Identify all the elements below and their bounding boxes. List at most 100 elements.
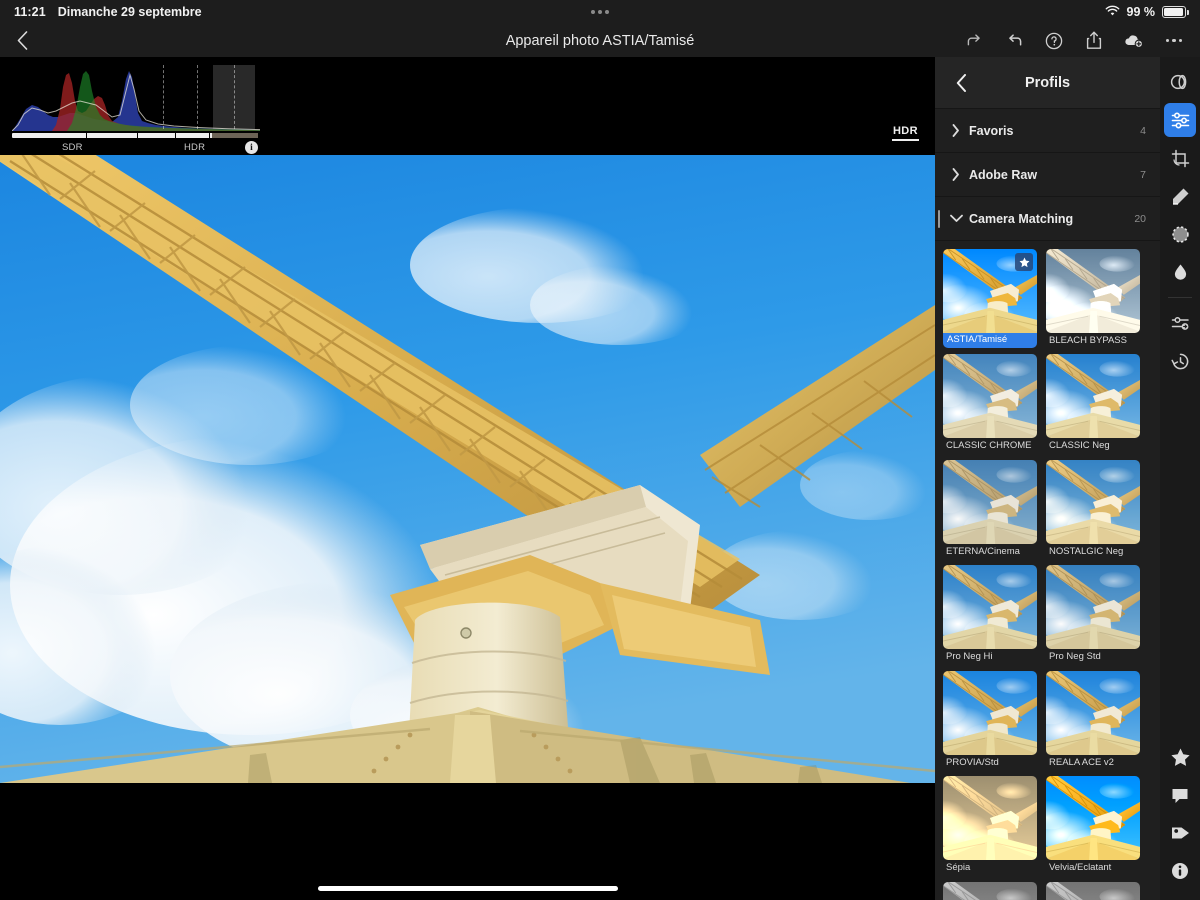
home-indicator (317, 886, 618, 891)
tone-track[interactable] (12, 133, 258, 138)
profile-preview-image (943, 354, 1037, 439)
panel-back-button[interactable] (945, 57, 977, 109)
panel-title: Profils (1024, 74, 1071, 91)
profile-label: PROVIA/Std (946, 756, 999, 768)
cloud-plus-icon (1125, 35, 1143, 49)
profile-preview-image (943, 565, 1037, 650)
info-button[interactable] (1160, 852, 1200, 890)
histogram-divider-2 (197, 65, 198, 129)
profile-thumbnail[interactable]: CLASSIC Neg (1046, 354, 1140, 453)
profile-thumbnail[interactable]: ETERNA/Cinema (943, 459, 1037, 559)
tool-rail (1160, 57, 1200, 900)
profile-preview-image (943, 249, 1037, 333)
version-history-icon (1170, 353, 1188, 369)
chevron-right-icon (943, 168, 969, 181)
group-count: 4 (1140, 124, 1146, 137)
profile-thumbnail[interactable]: Velvia/Eclatant (1046, 776, 1140, 875)
photo-image[interactable] (0, 155, 935, 783)
group-favoris[interactable]: Favoris 4 (935, 109, 1160, 153)
profile-thumbnail[interactable]: Sépia (943, 776, 1037, 875)
profile-thumbnail[interactable] (943, 881, 1037, 900)
healing-brush-icon (1172, 188, 1188, 205)
dynamic-island-dots (591, 10, 609, 14)
profile-label: Velvia/Eclatant (1049, 862, 1112, 874)
app-bar: Appareil photo ASTIA/Tamisé (0, 24, 1200, 57)
status-right: 99 % (1105, 5, 1189, 20)
profile-label: CLASSIC CHROME (946, 440, 1032, 452)
profile-thumbnail[interactable]: ASTIA/Tamisé (943, 249, 1037, 349)
histogram-hdr-label: HDR (184, 142, 206, 153)
profile-thumbnail[interactable]: Pro Neg Std (1046, 565, 1140, 664)
profile-thumbnail[interactable]: CLASSIC CHROME (943, 354, 1037, 453)
profile-thumbnail[interactable]: REALA ACE v2 (1046, 670, 1140, 770)
profile-preview-image (1046, 354, 1140, 439)
chevron-left-icon (956, 74, 966, 92)
optics-profile-button[interactable] (1160, 304, 1200, 342)
histogram-info-icon[interactable]: i (245, 141, 258, 154)
masking-icon (1171, 225, 1189, 243)
crop-rotate-button[interactable] (1160, 139, 1200, 177)
battery-percent: 99 % (1126, 5, 1156, 19)
more-button[interactable] (1164, 31, 1184, 51)
chevron-right-icon (943, 124, 969, 137)
group-adobe-raw[interactable]: Adobe Raw 7 (935, 153, 1160, 197)
profile-preview-image (943, 459, 1037, 544)
profile-label: Pro Neg Hi (946, 651, 993, 663)
group-camera-matching[interactable]: Camera Matching 20 (935, 197, 1160, 241)
profile-label: Pro Neg Std (1049, 651, 1101, 663)
chevron-down-icon (943, 214, 969, 223)
profile-preview-image (1046, 249, 1140, 333)
profile-thumbnail[interactable]: NOSTALGIC Neg (1046, 459, 1140, 559)
selective-drop-button[interactable] (1160, 253, 1200, 291)
comment-button[interactable] (1160, 776, 1200, 814)
rating-star-icon (1170, 748, 1190, 766)
profile-thumbnail[interactable]: BLEACH BYPASS (1046, 249, 1140, 348)
undo-icon (1008, 34, 1021, 46)
group-count: 7 (1140, 168, 1146, 181)
histogram-panel[interactable]: SDR HDR i HDR (0, 57, 935, 155)
profile-label: CLASSIC Neg (1049, 440, 1110, 452)
image-canvas[interactable]: SDR HDR i HDR (0, 57, 935, 900)
profile-label: Sépia (946, 862, 971, 874)
profile-thumbnail[interactable]: Pro Neg Hi (943, 565, 1037, 664)
rating-star-button[interactable] (1160, 738, 1200, 776)
undo-button[interactable] (1004, 31, 1024, 51)
share-button[interactable] (1084, 31, 1104, 51)
profile-preview-image (1046, 459, 1140, 544)
profile-label: BLEACH BYPASS (1049, 335, 1127, 346)
cloud-add-button[interactable] (1124, 31, 1144, 51)
profile-preview-image (943, 881, 1037, 900)
chevron-left-icon (17, 31, 27, 50)
profile-label: ASTIA/Tamisé (943, 332, 1037, 349)
back-button[interactable] (0, 24, 44, 57)
profiles-panel: Profils Favoris 4 Adobe Raw 7 Camera Mat… (935, 57, 1160, 900)
version-history-button[interactable] (1160, 342, 1200, 380)
presets-button[interactable] (1160, 63, 1200, 101)
profile-preview-image (943, 670, 1037, 755)
presets-icon (1170, 74, 1187, 90)
status-bar: 11:21 Dimanche 29 septembre 99 % (0, 0, 1200, 24)
redo-button[interactable] (964, 31, 984, 51)
crop-rotate-icon (1171, 149, 1189, 167)
hdr-badge[interactable]: HDR (891, 125, 919, 141)
masking-button[interactable] (1160, 215, 1200, 253)
profile-preview-image (1046, 776, 1140, 861)
question-circle-icon (1045, 32, 1063, 49)
healing-brush-button[interactable] (1160, 177, 1200, 215)
group-label: Favoris (969, 123, 1014, 138)
profile-grid: ASTIA/Tamisé BLEACH BYPASS CLASSIC CHROM… (935, 241, 1160, 900)
info-icon (1172, 863, 1188, 879)
panel-header: Profils (935, 57, 1160, 109)
battery-icon (1162, 6, 1189, 18)
profile-label: REALA ACE v2 (1049, 756, 1114, 768)
profile-preview-image (1046, 881, 1140, 900)
edit-sliders-button[interactable] (1160, 101, 1200, 139)
profile-thumbnail[interactable] (1046, 881, 1140, 900)
profile-thumbnail[interactable]: PROVIA/Std (943, 670, 1037, 770)
help-button[interactable] (1044, 31, 1064, 51)
star-icon[interactable] (1015, 253, 1033, 271)
tag-button[interactable] (1160, 814, 1200, 852)
selective-drop-icon (1174, 264, 1186, 280)
histogram-divider-3 (234, 65, 235, 129)
profile-label: ETERNA/Cinema (946, 545, 1020, 557)
